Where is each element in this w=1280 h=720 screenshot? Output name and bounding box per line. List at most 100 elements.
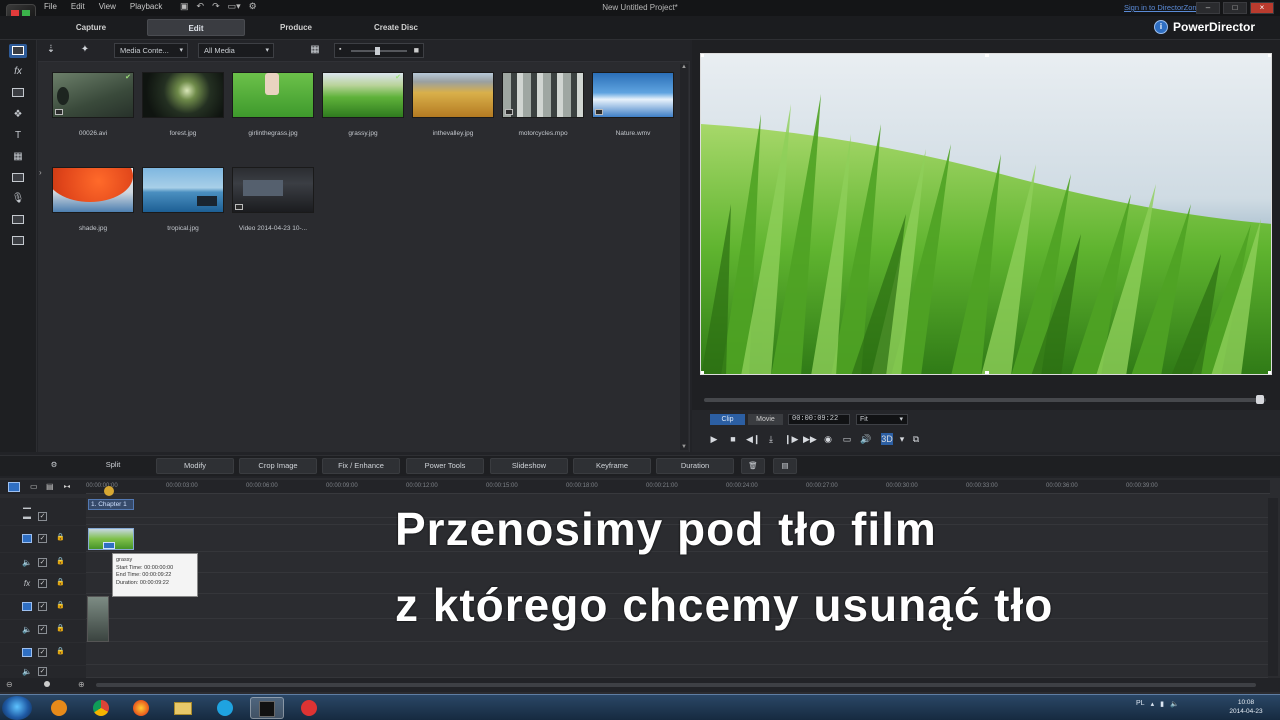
- minimize-button[interactable]: –: [1196, 2, 1220, 14]
- title-room-icon[interactable]: T: [9, 129, 27, 143]
- media-item[interactable]: girlinthegrass.jpg: [232, 72, 314, 137]
- view-grid-icon[interactable]: ▦: [308, 44, 322, 56]
- duration-button[interactable]: Duration: [656, 458, 734, 474]
- start-button[interactable]: [2, 696, 32, 720]
- media-item[interactable]: forest.jpg: [142, 72, 224, 137]
- undock-preview-icon[interactable]: ⧉: [910, 433, 922, 445]
- plugins-icon[interactable]: ✦: [78, 44, 92, 56]
- sign-in-link[interactable]: Sign in to DirectorZone: [1124, 3, 1201, 12]
- playback-progress-knob[interactable]: [1256, 395, 1264, 404]
- fix-enhance-button[interactable]: Fix / Enhance: [322, 458, 400, 474]
- menu-view[interactable]: View: [99, 2, 116, 11]
- fit-timeline-icon[interactable]: ▸◂: [64, 483, 70, 490]
- resize-handle[interactable]: [1268, 54, 1271, 57]
- media-player-icon[interactable]: [42, 697, 76, 719]
- chrome-icon[interactable]: [84, 697, 118, 719]
- pip-room-icon[interactable]: [9, 86, 27, 100]
- menu-file[interactable]: File: [44, 2, 57, 11]
- media-room-icon[interactable]: [9, 44, 27, 58]
- media-content-dropdown[interactable]: Media Conte... ▾: [114, 43, 188, 58]
- previous-frame-icon[interactable]: ◀❙: [746, 433, 760, 445]
- tab-edit[interactable]: Edit: [147, 19, 245, 36]
- track-manager-icon[interactable]: ▤: [46, 482, 54, 491]
- skype-icon[interactable]: [208, 697, 242, 719]
- transition-room-icon[interactable]: ▦: [9, 150, 27, 164]
- thumbnail-size-slider[interactable]: ▪ ■: [334, 43, 424, 58]
- save-icon[interactable]: ▣: [180, 1, 189, 12]
- timeline-ruler[interactable]: 00:00:00:00 00:00:03:00 00:00:06:00 00:0…: [86, 480, 1270, 494]
- timeline-clip-video[interactable]: [87, 596, 109, 642]
- resize-handle[interactable]: [701, 54, 704, 57]
- 3d-mode-dropdown-icon[interactable]: ▾: [896, 433, 908, 445]
- lock-icon[interactable]: 🔒: [56, 647, 65, 657]
- track-enable-checkbox[interactable]: ✓: [38, 648, 47, 657]
- tab-produce[interactable]: Produce: [247, 19, 345, 36]
- volume-tray-icon[interactable]: 🔈: [1170, 700, 1179, 708]
- media-filter-dropdown[interactable]: All Media ▾: [198, 43, 274, 58]
- timeline-clip-grassy[interactable]: [88, 528, 134, 550]
- snapshot-in-icon[interactable]: ⤓: [765, 433, 777, 445]
- lock-icon[interactable]: 🔒: [56, 578, 65, 588]
- zoom-out-icon[interactable]: ⊖: [6, 680, 13, 689]
- track-enable-checkbox[interactable]: ✓: [38, 579, 47, 588]
- stop-icon[interactable]: ■: [727, 433, 739, 445]
- tray-expand-icon[interactable]: ▴: [1151, 700, 1155, 708]
- lock-icon[interactable]: 🔒: [56, 601, 65, 611]
- media-item[interactable]: ✔ grassy.jpg: [322, 72, 404, 137]
- crop-image-button[interactable]: Crop Image: [239, 458, 317, 474]
- track-enable-checkbox[interactable]: ✓: [38, 667, 47, 676]
- menu-playback[interactable]: Playback: [130, 2, 162, 11]
- effect-room-icon[interactable]: fx: [9, 65, 27, 79]
- close-button[interactable]: ×: [1250, 2, 1274, 14]
- menu-edit[interactable]: Edit: [71, 2, 85, 11]
- play-icon[interactable]: ▶: [708, 433, 720, 445]
- storyboard-view-icon[interactable]: ▭: [30, 482, 38, 491]
- media-item[interactable]: tropical.jpg: [142, 167, 224, 232]
- zoom-slider-knob[interactable]: [44, 681, 50, 687]
- more-tools-icon[interactable]: ▤: [773, 458, 797, 474]
- keyframe-button[interactable]: Keyframe: [573, 458, 651, 474]
- timecode-field[interactable]: 00:00:09:22: [788, 414, 850, 425]
- media-item[interactable]: Video 2014-04-23 10-...: [232, 167, 314, 232]
- next-frame-icon[interactable]: ❙▶: [784, 433, 798, 445]
- powerdirector-taskbar-icon[interactable]: [250, 697, 284, 719]
- 3d-mode-icon[interactable]: 3D: [881, 433, 893, 445]
- trash-icon[interactable]: 🗑: [741, 458, 765, 474]
- camera-snapshot-icon[interactable]: ◉: [822, 433, 834, 445]
- lock-icon[interactable]: 🔒: [56, 624, 65, 634]
- zoom-fit-dropdown[interactable]: Fit ▾: [856, 414, 908, 425]
- volume-icon[interactable]: 🔊: [860, 433, 872, 445]
- particle-room-icon[interactable]: ❖: [9, 108, 27, 122]
- audio-mixing-room-icon[interactable]: [9, 171, 27, 185]
- horizontal-scroll-track[interactable]: [96, 683, 1256, 687]
- subtitle-room-icon[interactable]: [9, 234, 27, 248]
- voice-over-icon[interactable]: 🎙: [9, 192, 27, 206]
- timeline-horizontal-scrollbar[interactable]: ⊖ ⊕: [0, 678, 1280, 692]
- import-media-icon[interactable]: ⇣: [44, 44, 58, 56]
- resize-handle[interactable]: [985, 54, 989, 57]
- scroll-down-icon[interactable]: ▼: [681, 444, 687, 450]
- media-item[interactable]: ✔ 00026.avi: [52, 72, 134, 137]
- resize-handle[interactable]: [985, 371, 989, 374]
- app-taskbar-icon[interactable]: [292, 697, 326, 719]
- clip-mode-button[interactable]: Clip: [710, 414, 745, 425]
- expand-panel-icon[interactable]: ›: [39, 168, 44, 184]
- tab-capture[interactable]: Capture: [42, 19, 140, 36]
- undo-icon[interactable]: ↶: [197, 1, 205, 12]
- media-item[interactable]: motorcycles.mpo: [502, 72, 584, 137]
- media-item[interactable]: Nature.wmv: [592, 72, 674, 137]
- zoom-in-icon[interactable]: ⊕: [78, 680, 85, 689]
- track-enable-checkbox[interactable]: ✓: [38, 512, 47, 521]
- settings-icon[interactable]: ⚙: [249, 1, 257, 12]
- resize-handle[interactable]: [701, 371, 704, 374]
- display-mode-icon[interactable]: ▭: [841, 433, 853, 445]
- library-scrollbar[interactable]: ▲ ▼: [680, 64, 688, 450]
- slider-knob[interactable]: [375, 47, 380, 55]
- taskbar-clock[interactable]: 10:08 2014-04-23: [1224, 698, 1268, 716]
- maximize-button[interactable]: □: [1223, 2, 1247, 14]
- firefox-icon[interactable]: [124, 697, 158, 719]
- modify-button[interactable]: Modify: [156, 458, 234, 474]
- timeline-settings-icon[interactable]: ⚙: [42, 458, 66, 474]
- fast-forward-icon[interactable]: ▶▶: [803, 433, 817, 445]
- track-enable-checkbox[interactable]: ✓: [38, 625, 47, 634]
